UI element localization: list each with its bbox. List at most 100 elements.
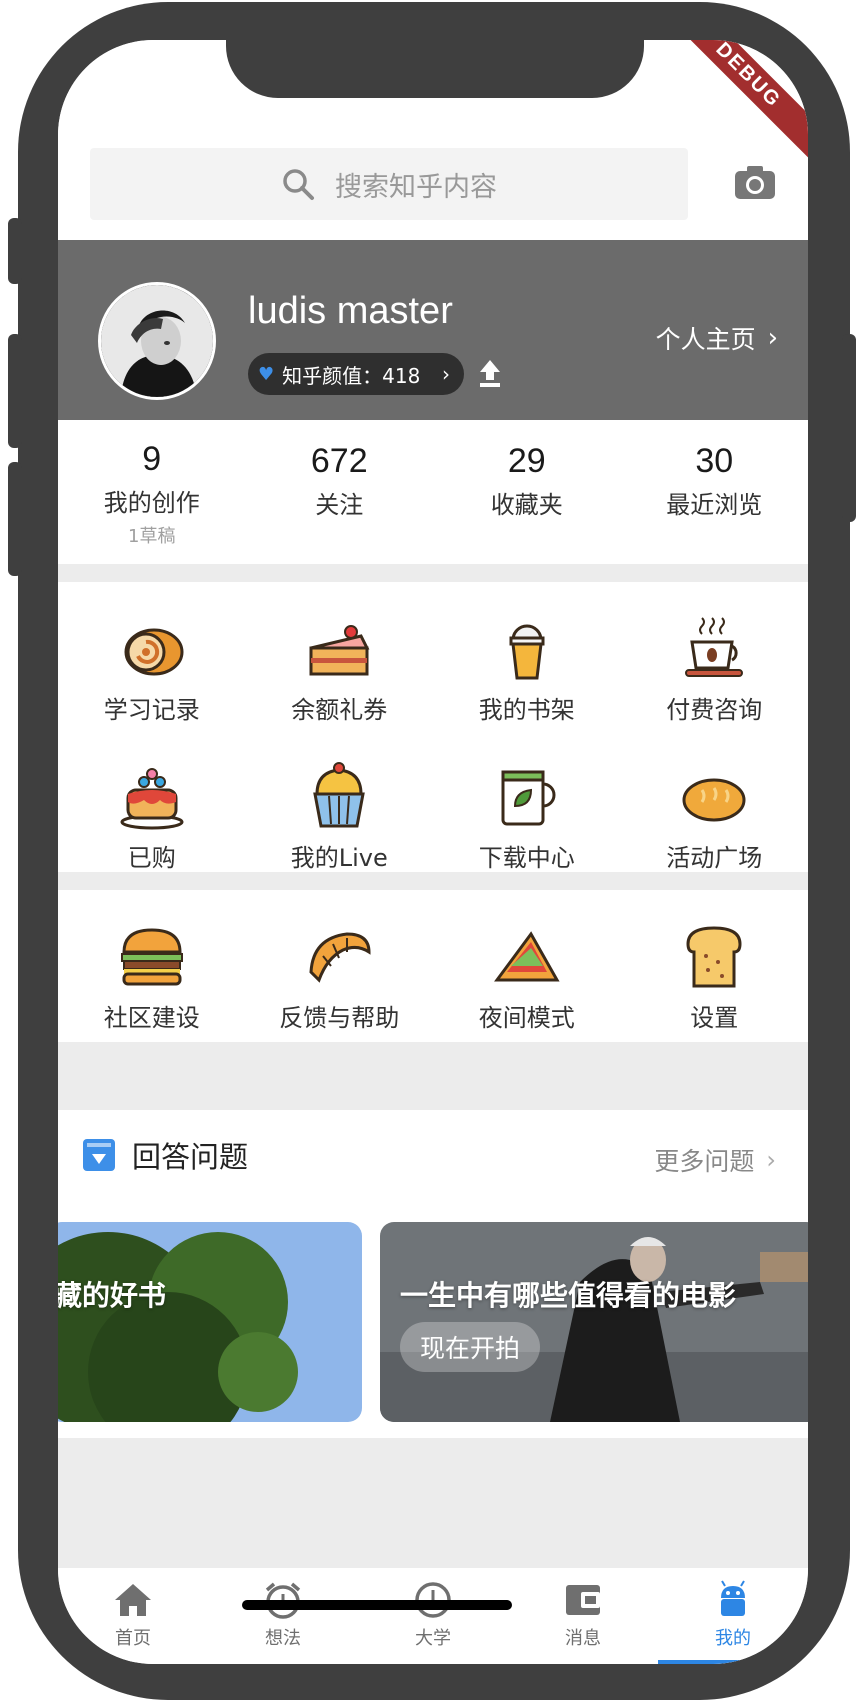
download-box-icon [83,1139,115,1171]
pancake-stack-icon [120,768,184,830]
stat-following[interactable]: 672 关注 [246,420,434,564]
grid-item-label: 余额礼券 [291,696,388,724]
search-input[interactable]: 搜索知乎内容 [90,148,688,220]
score-label: 知乎颜值：418 [282,363,421,388]
tab-home[interactable]: 首页 [58,1568,208,1664]
stat-collections[interactable]: 29 收藏夹 [433,420,621,564]
grid-item-label: 已购 [127,844,176,872]
camera-icon[interactable] [734,164,776,200]
answer-header: 回答问题 [82,1134,248,1176]
grid-item-purchased[interactable]: 已购 [58,730,246,878]
grid-item-balance-coupons[interactable]: 余额礼券 [246,582,434,730]
notch [226,40,644,98]
more-questions-link[interactable]: 更多问题 › [654,1142,776,1178]
stat-label: 我的创作 [103,489,200,517]
grid-item-settings[interactable]: 设置 [621,890,809,1038]
card-image-tree [58,1222,362,1422]
coffee-cup-icon [685,617,744,677]
tea-mug-icon [501,770,556,826]
sandwich-icon [493,931,560,982]
card-title: 藏的好书 [58,1279,167,1312]
tab-messages[interactable]: 消息 [508,1568,658,1664]
burger-icon [120,928,183,986]
grid-item-study-records[interactable]: 学习记录 [58,582,246,730]
stat-label: 收藏夹 [490,491,563,519]
question-card[interactable]: 一生中有哪些值得看的电影 现在开拍 [380,1222,808,1422]
home-icon [115,1584,151,1616]
features-grid: 学习记录 余额礼券 我的书架 付费咨询 已购 我的Live 下载中心 活动广场 [58,582,808,872]
tab-label: 大学 [415,1628,451,1649]
grid-item-night-mode[interactable]: 夜间模式 [433,890,621,1038]
start-shooting-button[interactable]: 现在开拍 [400,1322,541,1372]
swiss-roll-icon [124,628,184,676]
grid-item-my-live[interactable]: 我的Live [246,730,434,878]
stat-value: 29 [507,442,546,480]
bread-loaf-icon [682,778,746,822]
tab-active-indicator [658,1660,808,1664]
grid-item-label: 学习记录 [103,696,200,724]
home-indicator[interactable] [242,1600,512,1610]
upload-icon[interactable] [478,358,502,388]
grid-item-label: 我的Live [290,844,388,872]
stat-value: 9 [142,440,162,478]
search-placeholder: 搜索知乎内容 [335,171,497,203]
cake-slice-icon [309,625,370,676]
app-screen: DEBUG 搜索知乎内容 ludis master ♥ 知乎颜值：418 › 个… [58,40,808,1664]
heart-icon: ♥ [258,363,275,385]
tab-me[interactable]: 我的 [658,1568,808,1664]
homepage-link[interactable]: 个人主页 › [656,320,778,356]
volume-up-button [8,334,22,448]
grid-item-label: 活动广场 [666,844,763,872]
stat-label: 关注 [315,491,364,519]
stat-value: 672 [310,442,368,480]
more-questions-label: 更多问题 [654,1147,755,1176]
bottom-nav: 首页 想法 大学 消息 我的 [58,1568,808,1664]
grid-item-events[interactable]: 活动广场 [621,730,809,878]
stat-creations[interactable]: 9 我的创作 1草稿 [58,420,246,564]
grid-item-label: 社区建设 [103,1004,200,1032]
grid-item-label: 下载中心 [478,844,575,872]
wallet-icon [566,1585,600,1615]
grid-item-label: 反馈与帮助 [279,1004,400,1032]
tab-ideas[interactable]: 想法 [208,1568,358,1664]
volume-down-button [8,462,22,576]
grid-item-bookshelf[interactable]: 我的书架 [433,582,621,730]
avatar[interactable] [98,282,216,400]
toast-icon [686,926,742,988]
tab-label: 想法 [265,1628,301,1649]
question-card[interactable]: 藏的好书 [58,1222,362,1422]
grid-item-label: 设置 [690,1004,739,1032]
croissant-icon [309,932,371,983]
chevron-right-icon: › [442,362,450,386]
tab-university[interactable]: 大学 [358,1568,508,1664]
card-title: 一生中有哪些值得看的电影 [400,1279,737,1312]
answer-questions-section: 回答问题 更多问题 › 藏的好书 一生中有哪些值得看的电影 现在开拍 [58,1110,808,1438]
grid-item-feedback[interactable]: 反馈与帮助 [246,890,434,1038]
settings-grid: 社区建设 反馈与帮助 夜间模式 设置 [58,890,808,1042]
stat-recent[interactable]: 30 最近浏览 [621,420,809,564]
stat-value: 30 [695,442,734,480]
smoothie-cup-icon [509,624,545,680]
grid-item-label: 夜间模式 [478,1004,575,1032]
chevron-right-icon: › [767,323,778,353]
grid-item-downloads[interactable]: 下载中心 [433,730,621,878]
mute-switch [8,218,22,284]
section-title: 回答问题 [132,1140,249,1174]
stats-row: 9 我的创作 1草稿 672 关注 29 收藏夹 30 最近浏览 [58,420,808,564]
power-button [842,334,856,522]
stat-subtext: 1草稿 [128,526,176,547]
tab-label: 我的 [715,1628,751,1649]
tab-label: 消息 [565,1628,601,1649]
username: ludis master [248,290,453,332]
homepage-label: 个人主页 [655,325,756,354]
grid-item-label: 付费咨询 [666,696,763,724]
grid-item-paid-consult[interactable]: 付费咨询 [621,582,809,730]
chevron-right-icon: › [766,1146,776,1174]
stat-label: 最近浏览 [666,491,763,519]
grid-item-community[interactable]: 社区建设 [58,890,246,1038]
cupcake-icon [313,762,366,828]
profile-header[interactable]: ludis master ♥ 知乎颜值：418 › 个人主页 › [58,240,808,420]
score-badge[interactable]: ♥ 知乎颜值：418 › [248,353,464,395]
tab-label: 首页 [115,1628,151,1649]
android-icon [721,1580,745,1616]
